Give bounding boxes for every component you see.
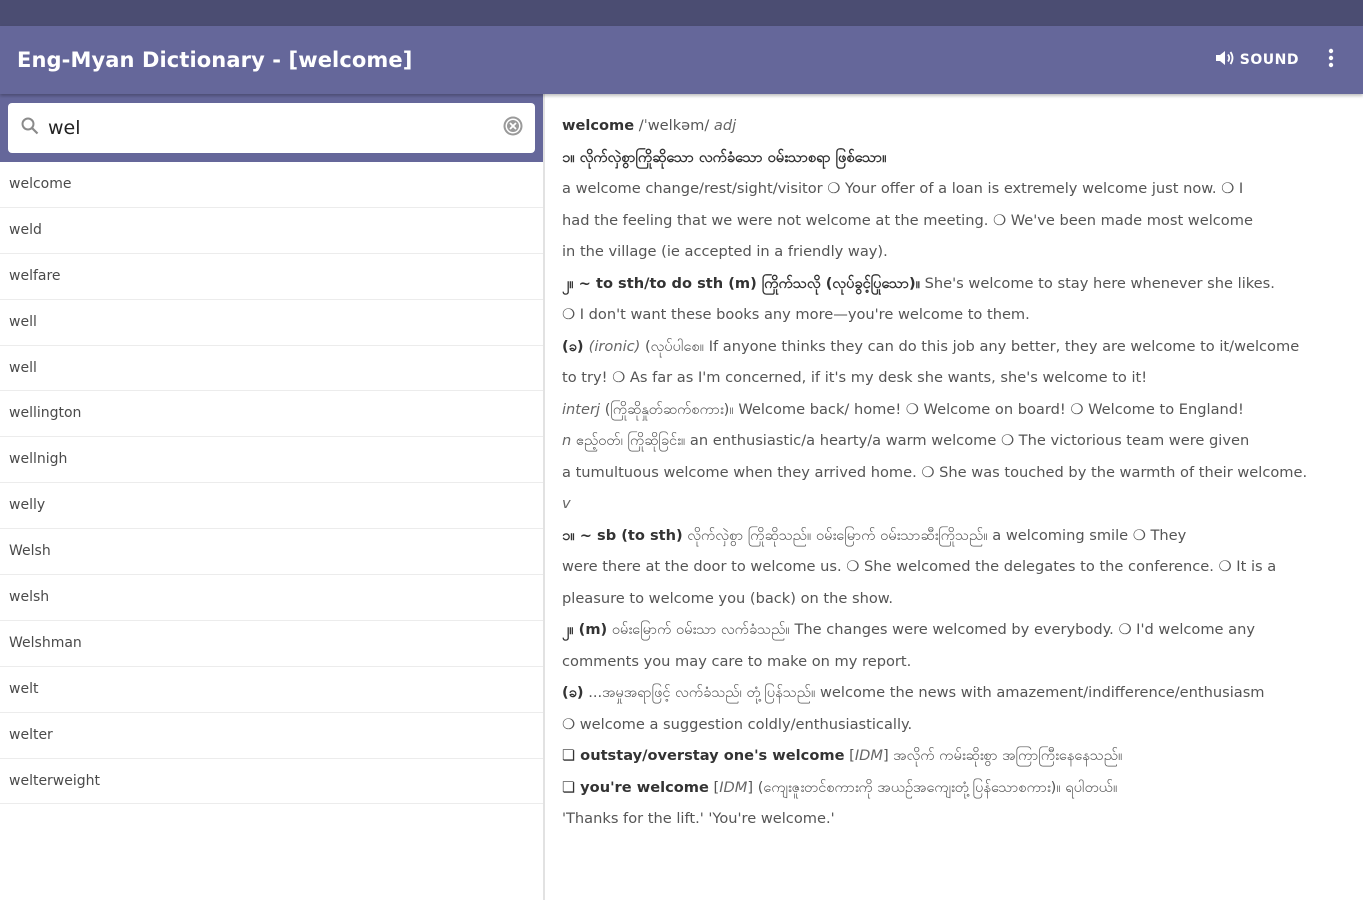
definition-text: IDM bbox=[719, 778, 748, 796]
word-list-pane: welcomeweldwelfarewellwellwellingtonwell… bbox=[0, 94, 545, 900]
definition-line: v bbox=[562, 488, 1349, 520]
app-title: Eng-Myan Dictionary - [welcome] bbox=[17, 48, 413, 72]
word-list-item[interactable]: welsh bbox=[0, 575, 543, 621]
definition-text: /ˈwelkəm/ bbox=[634, 117, 714, 134]
definition-line: 'Thanks for the lift.' 'You're welcome.' bbox=[562, 803, 1349, 835]
definition-pane: welcome /ˈwelkəm/ adj ၁။ လိုက်လှဲစွာကြိုဆ… bbox=[547, 94, 1363, 900]
definition-text: ❍ welcome a suggestion coldly/enthusiast… bbox=[562, 715, 913, 733]
word-list-item[interactable]: welly bbox=[0, 483, 543, 530]
overflow-menu-button[interactable] bbox=[1311, 40, 1351, 80]
definition-text: n bbox=[562, 432, 572, 449]
definition-line: ၂။ (m) ဝမ်းမြောက် ဝမ်းသာ လက်ခံသည်။ The c… bbox=[562, 614, 1349, 646]
definition-text: ❍ I don't want these books any more—you'… bbox=[562, 306, 1030, 323]
status-bar bbox=[0, 0, 1363, 26]
word-list-item[interactable]: well bbox=[0, 300, 543, 346]
definition-line: interj (ကြိုဆိုနှုတ်ဆက်စကား)။ Welcome ba… bbox=[562, 394, 1349, 426]
word-list-item[interactable]: wellington bbox=[0, 391, 543, 438]
definition-text: ၁။ လိုက်လှဲစွာကြိုဆိုသော လက်ခံသော ဝမ်းသာ… bbox=[562, 148, 887, 166]
definition-line: comments you may care to make on my repo… bbox=[562, 646, 1349, 678]
word-list-item[interactable]: welfare bbox=[0, 254, 543, 300]
definition-line: had the feeling that we were not welcome… bbox=[562, 205, 1349, 237]
search-bar-container bbox=[0, 94, 543, 162]
definition-text: were there at the door to welcome us. ❍ … bbox=[562, 558, 1277, 575]
word-list-item[interactable]: well bbox=[0, 346, 543, 392]
word-list-item[interactable]: welt bbox=[0, 667, 543, 713]
definition-text: ဝမ်းမြောက် ဝမ်းသာ လက်ခံသည်။ The changes … bbox=[607, 621, 1255, 638]
definition-line: ❏ outstay/overstay one's welcome [IDM] အ… bbox=[562, 740, 1349, 772]
definition-text: had the feeling that we were not welcome… bbox=[562, 211, 1253, 229]
definition-line: pleasure to welcome you (back) on the sh… bbox=[562, 583, 1349, 615]
definition-text: (လုပ်ပါစေ။ If anyone thinks they can do … bbox=[640, 337, 1300, 355]
clear-search-button[interactable] bbox=[501, 116, 525, 140]
definition-text: a tumultuous welcome when they arrived h… bbox=[562, 463, 1308, 481]
definition-text: adj bbox=[713, 117, 737, 134]
definition-text: [ bbox=[844, 747, 855, 764]
definition-line: were there at the door to welcome us. ❍ … bbox=[562, 551, 1349, 583]
definition-text: [ bbox=[708, 778, 720, 796]
clear-icon bbox=[502, 115, 524, 141]
definition-text: 'Thanks for the lift.' 'You're welcome.' bbox=[562, 810, 835, 827]
definition-line: to try! ❍ As far as I'm concerned, if it… bbox=[562, 362, 1349, 394]
definition-text: a welcome change/rest/sight/visitor ❍ Yo… bbox=[562, 180, 1244, 197]
definition-text: interj bbox=[562, 400, 601, 418]
definition-line: n ဧည့်ဝတ်၊ ကြိုဆိုခြင်း။ an enthusiastic… bbox=[562, 425, 1349, 457]
app-actions: SOUND bbox=[1214, 40, 1363, 80]
search-icon bbox=[20, 116, 40, 140]
definition-line: ❏ you're welcome [IDM] (ကျေးဇူးတင်စကားကိ… bbox=[562, 772, 1349, 804]
definition-line: ၁။ ~ sb (to sth) လိုက်လှဲစွာ ကြိုဆိုသည်။… bbox=[562, 520, 1349, 552]
word-list-item[interactable]: welcome bbox=[0, 162, 543, 208]
definition-text: welcome bbox=[562, 117, 635, 134]
definition-text: ...အမှုအရာဖြင့် လက်ခံသည်၊ တုံ့ပြန်သည်။ w… bbox=[583, 684, 1265, 701]
definition-text: to try! ❍ As far as I'm concerned, if it… bbox=[562, 369, 1148, 386]
app-bar: Eng-Myan Dictionary - [welcome] SOUND bbox=[0, 26, 1363, 94]
definition-text: ] အလိုက် ကမ်းဆိုးစွာ အကြာကြီးနေနေသည်။ bbox=[882, 747, 1123, 764]
definition-line: ၂။ ~ to sth/to do sth (m) ကြိုက်သလို (လု… bbox=[562, 268, 1349, 300]
definition-text: v bbox=[562, 495, 571, 512]
definition-text: ဧည့်ဝတ်၊ ကြိုဆိုခြင်း။ an enthusiastic/a… bbox=[571, 432, 1250, 449]
word-list-item[interactable]: weld bbox=[0, 208, 543, 254]
search-box bbox=[8, 103, 535, 153]
definition-line: (ခ) (ironic) (လုပ်ပါစေ။ If anyone thinks… bbox=[562, 331, 1349, 363]
definition-text: ၂။ ~ to sth/to do sth (m) ကြိုက်သလို (လု… bbox=[562, 274, 921, 292]
sound-label: SOUND bbox=[1239, 52, 1299, 68]
definition-line: a welcome change/rest/sight/visitor ❍ Yo… bbox=[562, 173, 1349, 205]
sound-button[interactable]: SOUND bbox=[1214, 48, 1299, 72]
word-list-item[interactable]: Welsh bbox=[0, 529, 543, 576]
definition-text: ၂။ (m) bbox=[562, 621, 608, 638]
definition-line: ❍ I don't want these books any more—you'… bbox=[562, 299, 1349, 331]
definition-text: (ခ) bbox=[562, 337, 589, 355]
definition-text: လိုက်လှဲစွာ ကြိုဆိုသည်။ ဝမ်းမြောက် ဝမ်းသ… bbox=[682, 526, 1187, 544]
word-list-item[interactable]: welterweight bbox=[0, 759, 543, 805]
speaker-icon bbox=[1214, 48, 1240, 72]
definition-line: ❍ welcome a suggestion coldly/enthusiast… bbox=[562, 709, 1349, 741]
definition-text: ❏ outstay/overstay one's welcome bbox=[562, 747, 845, 764]
definition-text: (ironic) bbox=[588, 337, 641, 355]
definition-text: (ခ) bbox=[562, 684, 584, 701]
word-list-item[interactable]: welter bbox=[0, 713, 543, 759]
definition-line: welcome /ˈwelkəm/ adj bbox=[562, 110, 1349, 142]
definition-text: (ကြိုဆိုနှုတ်ဆက်စကား)။ Welcome back/ hom… bbox=[600, 400, 1244, 418]
definition-text: She's welcome to stay here whenever she … bbox=[920, 274, 1275, 292]
word-list-item[interactable]: Welshman bbox=[0, 621, 543, 667]
search-input[interactable] bbox=[48, 117, 501, 139]
definition-text: comments you may care to make on my repo… bbox=[562, 652, 912, 670]
word-list: welcome weld welfare well well wellington well… bbox=[0, 162, 543, 805]
definition-line: a tumultuous welcome when they arrived h… bbox=[562, 457, 1349, 489]
definition-text: in the village (ie accepted in a friendl… bbox=[562, 243, 888, 260]
definition-text: ❏ you're welcome bbox=[562, 778, 709, 796]
definition-text: ၁။ ~ sb (to sth) bbox=[562, 526, 683, 544]
definition-line: ၁။ လိုက်လှဲစွာကြိုဆိုသော လက်ခံသော ဝမ်းသာ… bbox=[562, 142, 1349, 174]
definition-text: pleasure to welcome you (back) on the sh… bbox=[562, 589, 894, 607]
definition-line: in the village (ie accepted in a friendl… bbox=[562, 236, 1349, 268]
definition-text: ] (ကျေးဇူးတင်စကားကို အယဉ်အကျေးတုံ့ပြန်သေ… bbox=[747, 778, 1118, 796]
definition-text: IDM bbox=[854, 747, 883, 764]
definition-line: (ခ) ...အမှုအရာဖြင့် လက်ခံသည်၊ တုံ့ပြန်သည… bbox=[562, 677, 1349, 709]
word-list-item[interactable]: wellnigh bbox=[0, 437, 543, 484]
more-vert-icon bbox=[1328, 48, 1334, 72]
